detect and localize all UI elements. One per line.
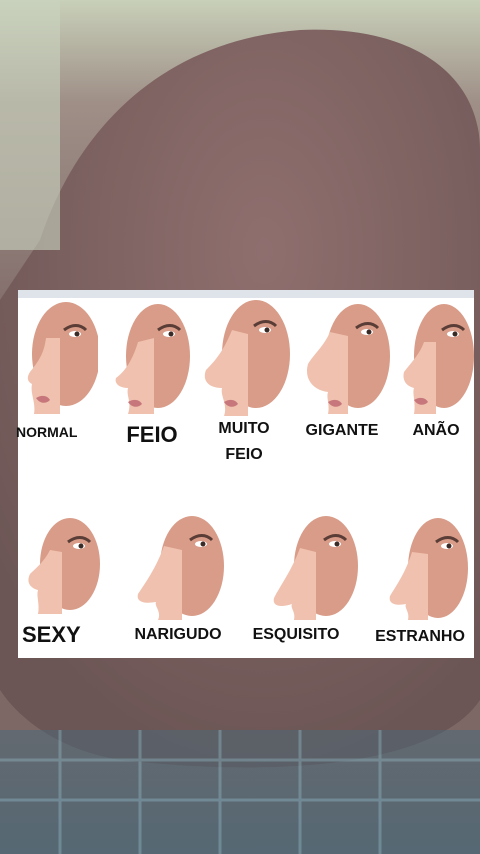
label-estranho: ESTRANHO xyxy=(375,628,465,645)
label-gigante: GIGANTE xyxy=(305,422,379,439)
nose-estranho-image xyxy=(389,518,468,620)
label-anao: ANÃO xyxy=(412,422,460,439)
nose-narigudo-image xyxy=(137,516,224,620)
nose-normal-image xyxy=(27,302,98,414)
label-muito-feio-line1: MUITO xyxy=(218,420,270,437)
nose-feio-image xyxy=(115,304,190,414)
label-muito-feio: MUITO FEIO xyxy=(202,416,286,468)
chart-top-strip xyxy=(18,290,474,298)
nose-sexy-image xyxy=(28,518,100,614)
nose-anao-image xyxy=(403,304,474,414)
nose-gigante-image xyxy=(306,304,390,414)
nose-types-chart: NORMAL FEIO MUITO FEIO GIGANTE ANÃO SEXY… xyxy=(16,290,474,658)
label-muito-feio-line2: FEIO xyxy=(225,446,263,463)
label-sexy: SEXY xyxy=(22,622,81,647)
label-esquisito: ESQUISITO xyxy=(252,626,340,643)
label-narigudo: NARIGUDO xyxy=(134,626,222,643)
label-feio: FEIO xyxy=(126,422,178,447)
nose-esquisito-image xyxy=(273,516,358,620)
label-normal: NORMAL xyxy=(16,424,78,440)
nose-muito-feio-image xyxy=(204,300,290,416)
